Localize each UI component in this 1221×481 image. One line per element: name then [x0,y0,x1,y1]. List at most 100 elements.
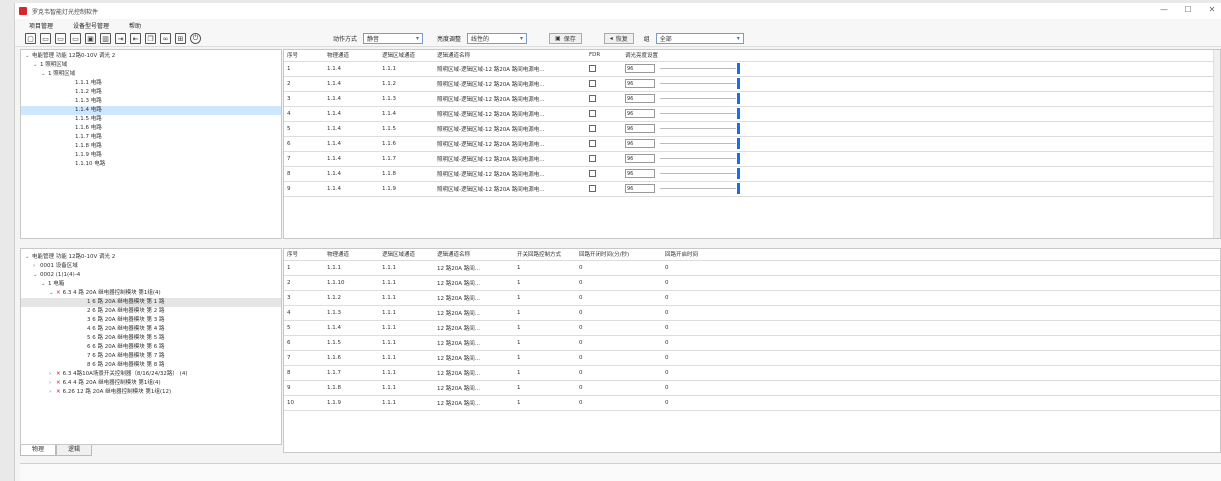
switch-time[interactable]: 0 [576,395,662,411]
brightness-select[interactable]: 线性的 ▾ [467,33,528,44]
tree-leaf[interactable]: 4 6 路 20A 继电器模块 第 4 路 [21,325,281,334]
tree-group[interactable]: › ✕ 6.4 4 路 20A 继电器控制模块 第1组(4) [21,379,281,388]
brightness-input[interactable]: 96 [625,184,655,193]
tab-physical[interactable]: 物理 [20,445,56,456]
column-header[interactable]: 物理通道 [324,249,379,261]
table-row[interactable]: 1 1.1.1 1.1.1 12 路20A 路间... 1 0 0 [284,260,1220,276]
new-file-icon[interactable]: ▢ [25,33,36,44]
chevron-down-icon[interactable]: ⌄ [41,70,48,79]
tree-leaf[interactable]: 5 6 路 20A 继电器模块 第 5 路 [21,334,281,343]
table-row[interactable]: 8 1.1.4 1.1.8 照明区域-逻辑区域-12 路20A 路间电源电... 96 [284,166,1220,182]
fdr-checkbox[interactable] [589,95,596,102]
table-row[interactable]: 1 1.1.4 1.1.1 照明区域-逻辑区域-12 路20A 路间电源电... 96 [284,61,1220,77]
control-mode[interactable]: 1 [514,305,576,321]
control-mode[interactable]: 1 [514,275,576,291]
folder-icon[interactable]: ▭ [55,33,66,44]
slider-thumb[interactable] [737,78,740,89]
tree-leaf[interactable]: 1.1.5 电路 [21,115,281,124]
brightness-slider[interactable] [660,108,740,119]
brightness-slider[interactable] [660,138,740,149]
tree-leaf[interactable]: 1 6 路 20A 继电器模块 第 1 路 [21,298,281,307]
close-button[interactable]: ✕ [1207,5,1217,14]
tree-sub[interactable]: ⌄ 1 照明区域 [21,70,281,79]
control-mode[interactable]: 1 [514,350,576,366]
tree-node[interactable]: ⌄ 1 电箱 [21,280,281,289]
brightness-slider[interactable] [660,78,740,89]
filter-select[interactable]: 全部 ▾ [655,33,744,44]
menu-device-model[interactable]: 设备型号管理 [73,21,109,30]
tree-node[interactable]: › 0001 设备区域 [21,262,281,271]
column-header[interactable]: 回路开闭时间(分/秒) [576,249,662,261]
fdr-checkbox[interactable] [589,65,596,72]
action-mode-select[interactable]: 静音 ▾ [363,33,424,44]
minimize-button[interactable]: — [1159,5,1169,14]
table-row[interactable]: 4 1.1.4 1.1.4 照明区域-逻辑区域-12 路20A 路间电源电... 96 [284,106,1220,122]
column-header[interactable]: 逻辑区域通道 [379,50,434,62]
column-header[interactable]: 开关回路控制方式 [514,249,576,261]
tree-leaf[interactable]: 8 6 路 20A 继电器模块 第 8 路 [21,361,281,370]
tab-logical[interactable]: 逻辑 [56,445,92,456]
open-time[interactable]: 0 [662,380,722,396]
chevron-right-icon[interactable]: › [49,388,56,397]
switch-time[interactable]: 0 [576,335,662,351]
switch-time[interactable]: 0 [576,350,662,366]
power-icon[interactable]: ⏻ [190,33,201,44]
maximize-button[interactable]: ☐ [1183,5,1193,14]
slider-thumb[interactable] [737,153,740,164]
tree-group[interactable]: › ✕ 6.26 12 路 20A 继电器控制模块 第1组(12) [21,388,281,397]
tree-leaf[interactable]: 1.1.4 电路 [21,106,281,115]
column-header[interactable]: FDR [586,50,622,62]
open-time[interactable]: 0 [662,350,722,366]
table-row[interactable]: 6 1.1.5 1.1.1 12 路20A 路间... 1 0 0 [284,335,1220,351]
import-icon[interactable]: ⇥ [115,33,126,44]
table-row[interactable]: 9 1.1.4 1.1.9 照明区域-逻辑区域-12 路20A 路间电源电... 96 [284,181,1220,197]
switch-time[interactable]: 0 [576,260,662,276]
table-row[interactable]: 2 1.1.4 1.1.2 照明区域-逻辑区域-12 路20A 路间电源电... 96 [284,76,1220,92]
slider-thumb[interactable] [737,108,740,119]
slider-thumb[interactable] [737,63,740,74]
tree-root[interactable]: ⌄ 电能管理 功能 12路0-10V 调光 2 [21,52,281,61]
tree-leaf[interactable]: 2 6 路 20A 继电器模块 第 2 路 [21,307,281,316]
control-mode[interactable]: 1 [514,395,576,411]
brightness-input[interactable]: 96 [625,139,655,148]
table-row[interactable]: 7 1.1.4 1.1.7 照明区域-逻辑区域-12 路20A 路间电源电... 96 [284,151,1220,167]
brightness-input[interactable]: 96 [625,154,655,163]
switch-time[interactable]: 0 [576,275,662,291]
tree-leaf[interactable]: 1.1.7 电路 [21,133,281,142]
slider-thumb[interactable] [737,168,740,179]
tree-root[interactable]: ⌄ 电能管理 功能 12路0-10V 调光 2 [21,253,281,262]
fdr-checkbox[interactable] [589,110,596,117]
tree-node[interactable]: ⌄ 0002 (1)1(4)-4 [21,271,281,280]
control-mode[interactable]: 1 [514,290,576,306]
open-time[interactable]: 0 [662,335,722,351]
table-row[interactable]: 3 1.1.2 1.1.1 12 路20A 路间... 1 0 0 [284,290,1220,306]
chevron-down-icon[interactable]: ⌄ [33,61,40,70]
switch-time[interactable]: 0 [576,305,662,321]
table-row[interactable]: 7 1.1.6 1.1.1 12 路20A 路间... 1 0 0 [284,350,1220,366]
restore-button[interactable]: ◂ 恢复 [603,33,634,44]
open-time[interactable]: 0 [662,395,722,411]
brightness-slider[interactable] [660,63,740,74]
table-row[interactable]: 5 1.1.4 1.1.5 照明区域-逻辑区域-12 路20A 路间电源电... 96 [284,121,1220,137]
tree-group[interactable]: ⌄ ✕ 6.3 4 路 20A 继电器控制模块 第1组(4) [21,289,281,298]
table-row[interactable]: 6 1.1.4 1.1.6 照明区域-逻辑区域-12 路20A 路间电源电... 96 [284,136,1220,152]
fdr-checkbox[interactable] [589,140,596,147]
column-header[interactable]: 逻辑通道名称 [434,50,586,62]
copy-icon[interactable]: ❐ [145,33,156,44]
brightness-slider[interactable] [660,93,740,104]
folder-add-icon[interactable]: ▭ [70,33,81,44]
column-header[interactable]: 调光亮度设置 [622,50,742,62]
slider-thumb[interactable] [737,93,740,104]
menu-help[interactable]: 帮助 [129,21,141,30]
tree-leaf[interactable]: 1.1.8 电路 [21,142,281,151]
tree-leaf[interactable]: 1.1.1 电路 [21,79,281,88]
tree-leaf[interactable]: 3 6 路 20A 继电器模块 第 3 路 [21,316,281,325]
slider-thumb[interactable] [737,123,740,134]
chevron-down-icon[interactable]: ⌄ [25,253,32,262]
tree-leaf[interactable]: 7 6 路 20A 继电器模块 第 7 路 [21,352,281,361]
open-time[interactable]: 0 [662,365,722,381]
scrollbar[interactable] [1213,50,1220,238]
fdr-checkbox[interactable] [589,80,596,87]
column-header[interactable]: 物理通道 [324,50,379,62]
chevron-down-icon[interactable]: ⌄ [49,289,56,298]
